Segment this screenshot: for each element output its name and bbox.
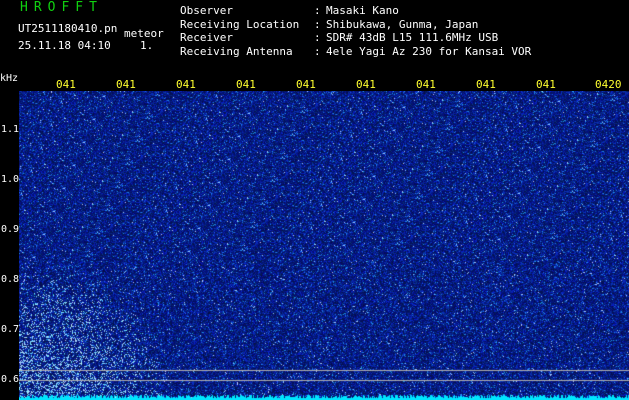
frequency-tick-label: 0.7 [1,324,20,335]
meta-separator: : [314,31,321,44]
meta-label: Receiving Location [180,17,300,31]
time-tick-label: 0420 [595,78,622,91]
time-tick-label: 041 [416,78,436,91]
meta-label: Observer [180,4,233,17]
time-tick-label: 041 [56,78,76,91]
receiver-row: Receiver: SDR# 43dB L15 111.6MHz USB [180,31,531,45]
time-tick-label: 041 [176,78,196,91]
app-title: HROFFT [20,0,103,15]
meta-separator: : [314,44,321,58]
location-row: Receiving Location: Shibukawa, Gunma, Jap… [180,18,531,32]
observer-row: Observer: Masaki Kano [180,4,531,18]
frame-index: 1. [140,39,154,52]
meta-separator: : [314,4,321,17]
time-tick-label: 041 [536,78,556,91]
frequency-tick-label: 1.1 [1,124,20,135]
time-tick-label: 041 [296,78,316,91]
meta-label: Receiver [180,31,233,44]
time-tick-label: 041 [356,78,376,91]
frequency-unit-label: kHz [0,73,19,84]
time-tick-label: 041 [116,78,136,91]
meta-value: 4ele Yagi Az 230 for Kansai VOR [326,44,532,58]
capture-datetime: 25.11.18 04:10 [18,39,111,52]
meta-label: Receiving Antenna [180,44,293,58]
time-tick-label: 041 [236,78,256,91]
frequency-tick-label: 1.0 [1,174,20,185]
meta-value: SDR# 43dB L15 111.6MHz USB [326,31,499,44]
spectrogram-display [19,91,629,400]
time-tick-label: 041 [476,78,496,91]
file-name: UT2511180410.pn [18,22,118,35]
frequency-tick-label: 0.8 [1,274,20,285]
frequency-tick-label: 0.6 [1,374,20,385]
antenna-row: Receiving Antenna:4ele Yagi Az 230 for K… [180,45,531,59]
station-info: Observer: Masaki Kano Receiving Location:… [180,4,531,58]
frequency-tick-label: 0.9 [1,224,20,235]
meta-separator: : [314,17,321,31]
meta-value: Masaki Kano [326,4,399,17]
meta-value: Shibukawa, Gunma, Japan [326,17,479,31]
